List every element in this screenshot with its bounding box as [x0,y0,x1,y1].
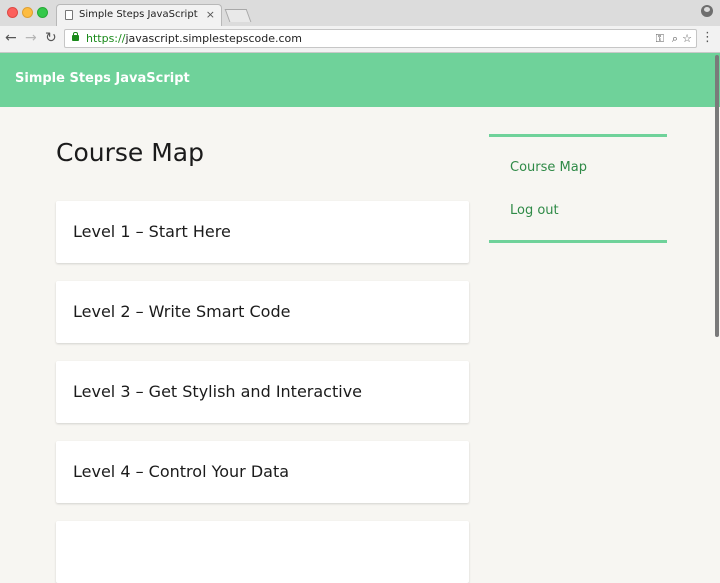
browser-tab-bar: Simple Steps JavaScript × [0,0,720,26]
maximize-window-button[interactable] [37,7,48,18]
site-header: Simple Steps JavaScript [0,53,720,107]
level-card[interactable]: Level 1 – Start Here [56,201,469,263]
browser-tab[interactable]: Simple Steps JavaScript × [56,4,222,26]
zoom-icon[interactable]: ⌕ [672,32,678,46]
forward-button[interactable]: → [25,30,37,46]
minimize-window-button[interactable] [22,7,33,18]
bookmark-star-icon[interactable]: ☆ [682,32,692,45]
level-card-label[interactable]: Level 1 – Start Here [73,222,231,241]
level-card[interactable]: Level 2 – Write Smart Code [56,281,469,343]
level-card[interactable]: Level 3 – Get Stylish and Interactive [56,361,469,423]
reload-button[interactable]: ↻ [45,30,57,46]
close-window-button[interactable] [7,7,18,18]
page-scrollbar[interactable] [713,53,720,545]
level-card-label[interactable]: Level 4 – Control Your Data [73,462,289,481]
url-text[interactable]: https://javascript.simplestepscode.com [86,32,302,45]
url-host: javascript.simplestepscode.com [125,32,302,45]
profile-icon[interactable] [701,5,713,17]
sidebar-link-course-map[interactable]: Course Map [510,160,587,175]
sidebar-bottom-divider [489,240,667,243]
page-title: Course Map [56,138,204,167]
sidebar-link-log-out[interactable]: Log out [510,203,559,218]
level-card[interactable] [56,521,469,583]
key-icon[interactable]: ⚿ [656,32,664,46]
address-bar[interactable]: https://javascript.simplestepscode.com ⚿… [64,29,697,48]
browser-toolbar: ← → ↻ https://javascript.simplestepscode… [0,26,720,53]
close-tab-icon[interactable]: × [206,8,215,21]
tab-title: Simple Steps JavaScript [79,9,198,20]
site-title[interactable]: Simple Steps JavaScript [15,71,190,86]
new-tab-button[interactable] [224,9,252,22]
level-card-label[interactable]: Level 2 – Write Smart Code [73,302,290,321]
level-card[interactable]: Level 4 – Control Your Data [56,441,469,503]
browser-menu-icon[interactable]: ⋮ [701,31,714,44]
back-button[interactable]: ← [5,30,17,46]
url-scheme: https:// [86,32,126,45]
scrollbar-thumb[interactable] [715,55,719,337]
sidebar-top-divider [489,134,667,137]
page-icon [65,10,73,20]
lock-icon [72,32,79,41]
level-card-label[interactable]: Level 3 – Get Stylish and Interactive [73,382,362,401]
